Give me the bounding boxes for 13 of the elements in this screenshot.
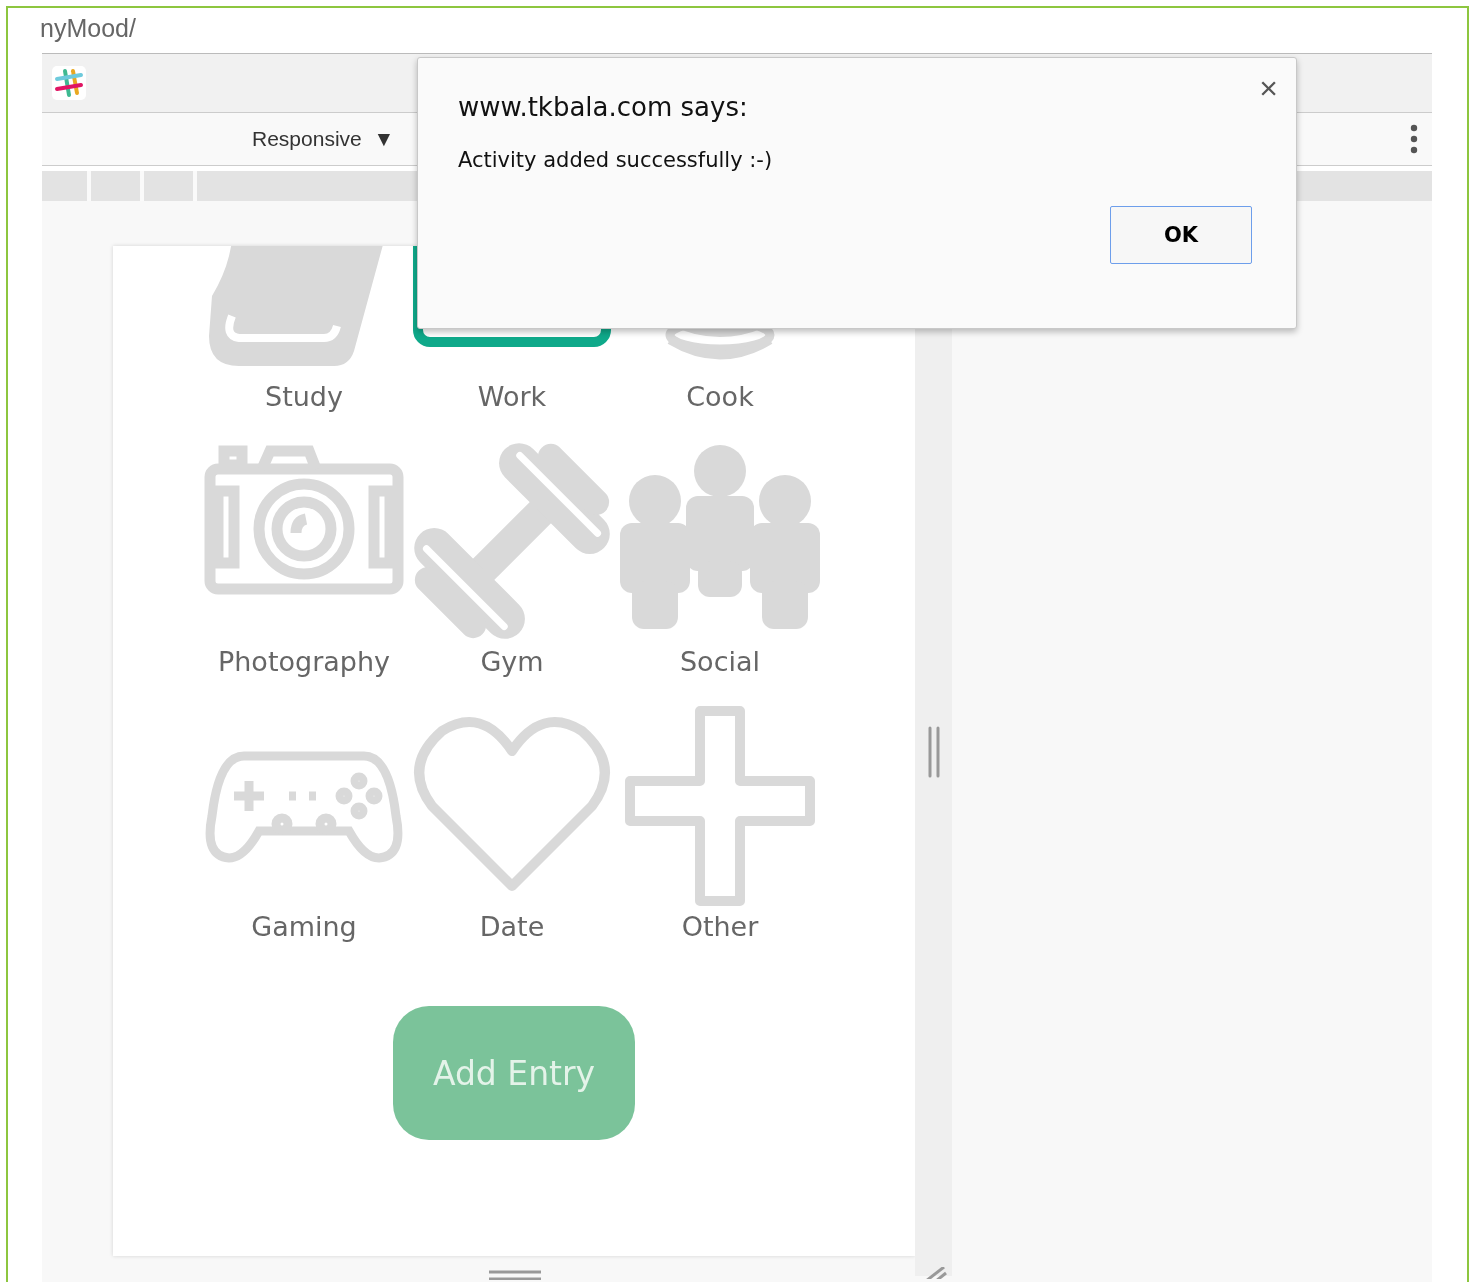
activity-item[interactable]: Other [616, 701, 824, 966]
activity-item[interactable]: Gaming [200, 701, 408, 966]
activity-item[interactable]: Gym [408, 436, 616, 701]
page-title: nyMood/ [39, 13, 137, 44]
activity-item[interactable]: Photography [200, 436, 408, 701]
ok-button[interactable]: OK [1110, 206, 1252, 264]
activity-item[interactable]: Study [200, 246, 408, 436]
dialog-message: Activity added successfully :-) [458, 148, 774, 172]
close-button[interactable]: × [1255, 70, 1282, 107]
activity-item[interactable]: Date [408, 701, 616, 966]
activity-item[interactable]: Social [616, 436, 824, 701]
device-dropdown[interactable]: Responsive ▼ [252, 127, 395, 151]
dialog-title: www.tkbala.com says: [458, 92, 749, 122]
